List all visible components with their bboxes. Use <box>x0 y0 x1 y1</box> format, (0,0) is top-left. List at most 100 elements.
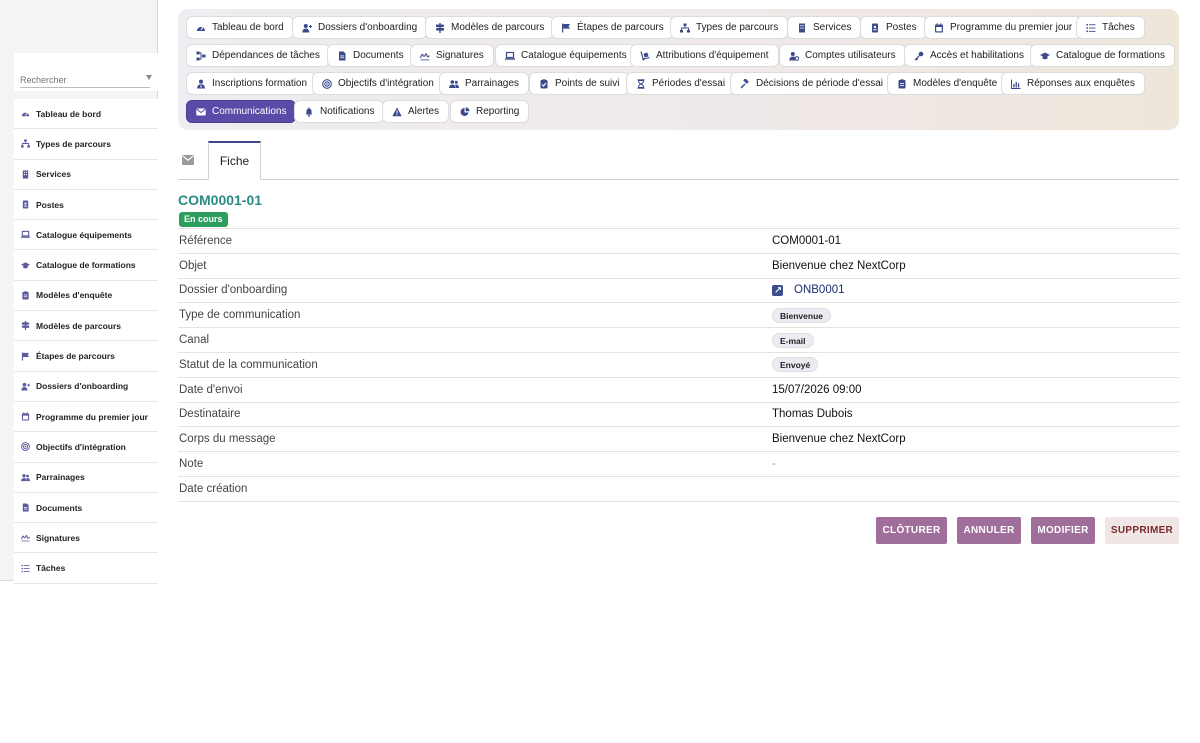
sitemap-icon <box>680 23 690 33</box>
nav-item-label: Catalogue de formations <box>1056 50 1165 61</box>
nav-item[interactable]: Modèles d'enquête <box>887 72 1008 95</box>
sidebar-search[interactable] <box>14 53 158 91</box>
nav-item[interactable]: Catalogue de formations <box>1030 44 1175 67</box>
flag-icon <box>562 23 570 32</box>
nav-item[interactable]: Accès et habilitations <box>904 44 1034 67</box>
field-label: Destinataire <box>179 408 241 421</box>
user-tie-icon <box>197 79 205 88</box>
tab-fiche[interactable]: Fiche <box>208 141 261 180</box>
nav-item[interactable]: Signatures <box>410 44 494 67</box>
sidebar-item[interactable]: Étapes de parcours <box>14 341 158 372</box>
nav-item[interactable]: Périodes d'essai <box>626 72 736 95</box>
nav-item[interactable]: Programme du premier jour <box>924 16 1083 39</box>
sidebar-item[interactable]: Parrainages <box>14 463 158 493</box>
modifier-button[interactable]: MODIFIER <box>1031 517 1095 544</box>
nav-item-label: Modèles d'enquête <box>913 78 998 89</box>
field-label: Date création <box>179 482 248 495</box>
sidebar-item-label: Postes <box>36 199 64 210</box>
value-chip: Envoyé <box>772 357 819 373</box>
sidebar-item[interactable]: Modèles d'enquête <box>14 281 158 312</box>
calendar-icon <box>21 412 30 421</box>
nav-item[interactable]: Modèles de parcours <box>425 16 555 39</box>
building-icon <box>22 170 29 179</box>
dashboard-icon <box>196 23 206 33</box>
nav-item-label: Accès et habilitations <box>930 50 1024 61</box>
sidebar-item-label: Types de parcours <box>36 138 111 149</box>
sidebar-item[interactable]: Tâches <box>14 553 158 584</box>
sidebar-item[interactable]: Dossiers d'onboarding <box>14 372 158 402</box>
nav-item[interactable]: Étapes de parcours <box>551 16 674 39</box>
warning-icon <box>392 107 402 117</box>
signature-icon <box>420 51 430 61</box>
nav-item[interactable]: Documents <box>327 44 414 67</box>
nav-item[interactable]: Reporting <box>450 100 530 123</box>
clipboard-icon <box>21 291 30 300</box>
nav-item-label: Dossiers d'onboarding <box>318 22 418 33</box>
nav-item[interactable]: Postes <box>860 16 927 39</box>
nav-item[interactable]: Types de parcours <box>670 16 789 39</box>
nav-item-label: Réponses aux enquêtes <box>1027 78 1135 89</box>
nav-item-label: Reporting <box>476 106 520 117</box>
nav-item-label: Attributions d'équipement <box>656 50 769 61</box>
users-icon <box>21 473 30 482</box>
sidebar-item[interactable]: Catalogue équipements <box>14 220 158 251</box>
nav-item[interactable]: Points de suivi <box>529 72 630 95</box>
nav-item[interactable]: Communications <box>186 100 297 123</box>
dossier-link[interactable]: ONB0001 <box>794 284 845 296</box>
nav-item-label: Types de parcours <box>696 22 779 33</box>
cloturer-button[interactable]: CLÔTURER <box>876 517 947 544</box>
field-value-wrap: 15/07/2026 09:00 <box>772 384 862 396</box>
nav-item[interactable]: Notifications <box>294 100 385 123</box>
field-row: Corps du message Bienvenue chez NextCorp <box>178 427 1179 453</box>
chevron-down-icon[interactable] <box>146 75 152 80</box>
nav-item-label: Signatures <box>436 50 484 61</box>
nav-item[interactable]: Tâches <box>1076 16 1145 39</box>
annuler-button[interactable]: ANNULER <box>957 517 1021 544</box>
nav-item[interactable]: Services <box>787 16 862 39</box>
nav-item-label: Services <box>813 22 852 33</box>
field-label: Objet <box>179 259 207 272</box>
sidebar-item[interactable]: Services <box>14 160 158 190</box>
list-icon <box>1086 23 1096 32</box>
search-input[interactable] <box>20 72 150 88</box>
nav-item[interactable]: Parrainages <box>439 72 529 95</box>
sidebar-item[interactable]: Signatures <box>14 523 158 554</box>
nav-item[interactable]: Objectifs d'intégration <box>312 72 444 95</box>
target-icon <box>21 442 30 452</box>
graduation-cap-icon <box>1040 51 1050 61</box>
key-icon <box>914 51 924 61</box>
nav-item[interactable]: Réponses aux enquêtes <box>1001 72 1145 95</box>
supprimer-button[interactable]: SUPPRIMER <box>1105 517 1179 544</box>
nav-item[interactable]: Catalogue équipements <box>495 44 637 67</box>
nav-item-label: Catalogue équipements <box>521 50 627 61</box>
nav-item[interactable]: Dossiers d'onboarding <box>292 16 428 39</box>
nav-item[interactable]: Dépendances de tâches <box>186 44 330 67</box>
nav-item-label: Communications <box>212 106 287 117</box>
sidebar-item[interactable]: Catalogue de formations <box>14 250 158 281</box>
nav-item[interactable]: Attributions d'équipement <box>630 44 779 67</box>
nav-item[interactable]: Alertes <box>382 100 450 123</box>
target-icon <box>322 78 332 89</box>
nav-item[interactable]: Inscriptions formation <box>186 72 318 95</box>
nav-item[interactable]: Comptes utilisateurs <box>779 44 906 67</box>
status-badge: En cours <box>179 212 228 227</box>
signpost-icon <box>21 321 30 331</box>
sidebar-item[interactable]: Documents <box>14 493 158 524</box>
signature-icon <box>21 533 30 542</box>
hourglass-icon <box>636 78 646 89</box>
sidebar-item[interactable]: Objectifs d'intégration <box>14 432 158 463</box>
id-badge-icon <box>870 23 880 33</box>
bell-icon <box>304 106 314 117</box>
sidebar-item[interactable]: Postes <box>14 190 158 221</box>
sidebar-item[interactable]: Types de parcours <box>14 129 158 160</box>
sidebar-item[interactable]: Tableau de bord <box>14 99 158 130</box>
signpost-icon <box>21 321 30 331</box>
sidebar-item[interactable]: Modèles de parcours <box>14 311 158 342</box>
sitemap-icon <box>21 139 30 148</box>
nav-item[interactable]: Décisions de période d'essai <box>730 72 893 95</box>
nav-item[interactable]: Tableau de bord <box>186 16 294 39</box>
users-icon <box>449 79 459 89</box>
field-label: Note <box>179 458 204 471</box>
file-icon <box>339 51 346 60</box>
sidebar-item[interactable]: Programme du premier jour <box>14 402 158 433</box>
